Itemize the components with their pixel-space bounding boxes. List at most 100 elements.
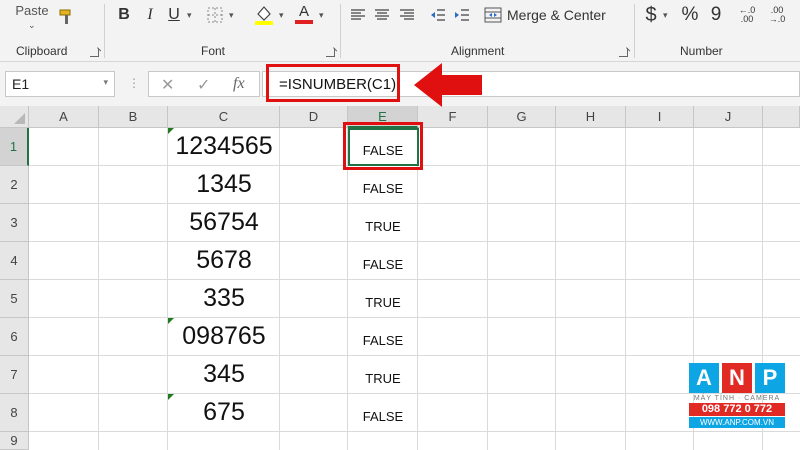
logo-phone: 098 772 0 772	[689, 403, 785, 416]
font-color-icon[interactable]: A	[293, 2, 315, 26]
name-box-value: E1	[12, 76, 30, 92]
clipboard-group: Paste ⌄ Clipboard	[0, 0, 104, 62]
alignment-group: Merge & Center Alignment	[341, 0, 634, 62]
cell-c7[interactable]: 345	[168, 360, 280, 394]
cell-c6[interactable]: 098765	[168, 322, 280, 356]
increase-indent-icon[interactable]	[453, 6, 471, 24]
fill-color-dropdown-icon[interactable]: ▾	[279, 10, 284, 21]
cell-e2[interactable]: FALSE	[348, 181, 418, 196]
gridline-horizontal	[29, 431, 800, 432]
number-group: $ ▾ % 9 ←.0 .00 .00 →.0 Number	[635, 0, 800, 62]
enter-icon[interactable]: ✓	[197, 75, 210, 95]
font-color-swatch	[295, 20, 313, 24]
row-header-2[interactable]: 2	[0, 166, 29, 204]
gridline-horizontal	[29, 241, 800, 242]
cell-e4[interactable]: FALSE	[348, 257, 418, 272]
gridline-vertical	[625, 128, 626, 450]
alignment-label: Alignment	[451, 44, 505, 58]
gridline-vertical	[487, 128, 488, 450]
row-header-1[interactable]: 1	[0, 128, 29, 166]
cell-e6[interactable]: FALSE	[348, 333, 418, 348]
row-header-5[interactable]: 5	[0, 280, 29, 318]
align-left-icon[interactable]	[349, 6, 367, 24]
borders-icon[interactable]	[205, 5, 225, 25]
currency-dropdown-icon[interactable]: ▾	[663, 10, 668, 21]
borders-dropdown-icon[interactable]: ▾	[229, 10, 234, 21]
row-header-6[interactable]: 6	[0, 318, 29, 356]
formula-bar-buttons: ✕ ✓ fx	[148, 71, 260, 97]
paste-button[interactable]: Paste	[14, 0, 50, 20]
gridline-horizontal	[29, 279, 800, 280]
cell-e5[interactable]: TRUE	[348, 295, 418, 310]
logo-letter-a: A	[689, 363, 719, 393]
font-label: Font	[201, 44, 226, 58]
logo-website: WWW.ANP.COM.VN	[689, 417, 785, 428]
cell-c5[interactable]: 335	[168, 284, 280, 318]
merge-center-button[interactable]: Merge & Center	[484, 4, 624, 26]
gridline-horizontal	[29, 317, 800, 318]
font-color-letter: A	[298, 3, 309, 20]
row-header-7[interactable]: 7	[0, 356, 29, 394]
bold-button[interactable]: B	[113, 4, 135, 26]
underline-button[interactable]: U	[163, 4, 185, 26]
gridline-vertical	[417, 128, 418, 450]
column-header-j[interactable]: J	[694, 106, 763, 128]
logo-letters: A N P	[689, 363, 785, 393]
column-header-i[interactable]: I	[626, 106, 694, 128]
error-indicator-icon[interactable]	[168, 394, 174, 400]
decrease-decimal-button[interactable]: .00 →.0	[763, 4, 791, 26]
underline-dropdown-icon[interactable]: ▾	[187, 10, 192, 21]
comma-style-button[interactable]: 9	[707, 3, 725, 27]
font-color-dropdown-icon[interactable]: ▾	[319, 10, 324, 21]
formula-bar-grip-icon[interactable]: ⋮	[128, 76, 140, 90]
row-header-9[interactable]: 9	[0, 432, 29, 450]
paste-dropdown-icon[interactable]: ⌄	[28, 20, 36, 31]
cell-e7[interactable]: TRUE	[348, 371, 418, 386]
currency-button[interactable]: $	[641, 3, 661, 27]
italic-button[interactable]: I	[139, 4, 161, 26]
increase-decimal-button[interactable]: ←.0 .00	[733, 4, 761, 26]
column-header-h[interactable]: H	[556, 106, 626, 128]
cell-e8[interactable]: FALSE	[348, 409, 418, 424]
column-header-g[interactable]: G	[488, 106, 556, 128]
formula-text: =ISNUMBER(C1)	[279, 76, 397, 93]
gridline-vertical	[555, 128, 556, 450]
alignment-launcher-icon[interactable]	[619, 48, 628, 57]
column-header-a[interactable]: A	[29, 106, 99, 128]
cell-c2[interactable]: 1345	[168, 170, 280, 204]
cell-c3[interactable]: 56754	[168, 208, 280, 242]
cancel-icon[interactable]: ✕	[161, 75, 174, 95]
row-header-8[interactable]: 8	[0, 394, 29, 432]
cell-c4[interactable]: 5678	[168, 246, 280, 280]
red-arrow-icon	[414, 63, 482, 107]
merge-center-icon	[484, 7, 502, 23]
name-box[interactable]: E1 ▾	[5, 71, 115, 97]
decrease-indent-icon[interactable]	[429, 6, 447, 24]
format-painter-icon[interactable]	[56, 6, 78, 28]
error-indicator-icon[interactable]	[168, 318, 174, 324]
select-all-button[interactable]	[0, 106, 29, 128]
column-header-b[interactable]: B	[99, 106, 168, 128]
align-center-icon[interactable]	[373, 6, 391, 24]
row-header-3[interactable]: 3	[0, 204, 29, 242]
fill-color-icon[interactable]	[253, 3, 275, 27]
formula-bar: E1 ▾ ⋮ ✕ ✓ fx	[0, 62, 800, 106]
gridline-horizontal	[29, 355, 800, 356]
name-box-dropdown-icon[interactable]: ▾	[103, 77, 108, 88]
cell-c8[interactable]: 675	[168, 398, 280, 432]
column-header-c[interactable]: C	[168, 106, 280, 128]
cell-c1[interactable]: 1234565	[168, 132, 280, 166]
align-right-icon[interactable]	[398, 6, 416, 24]
column-header-d[interactable]: D	[280, 106, 348, 128]
cell-e3[interactable]: TRUE	[348, 219, 418, 234]
gridline-horizontal	[29, 203, 800, 204]
clipboard-launcher-icon[interactable]	[90, 48, 99, 57]
merge-center-label: Merge & Center	[507, 7, 606, 23]
row-header-4[interactable]: 4	[0, 242, 29, 280]
font-launcher-icon[interactable]	[326, 48, 335, 57]
percent-button[interactable]: %	[679, 3, 701, 27]
error-indicator-icon[interactable]	[168, 128, 174, 134]
column-header-partial[interactable]	[763, 106, 800, 128]
gridline-horizontal	[29, 393, 800, 394]
insert-function-icon[interactable]: fx	[233, 75, 245, 93]
